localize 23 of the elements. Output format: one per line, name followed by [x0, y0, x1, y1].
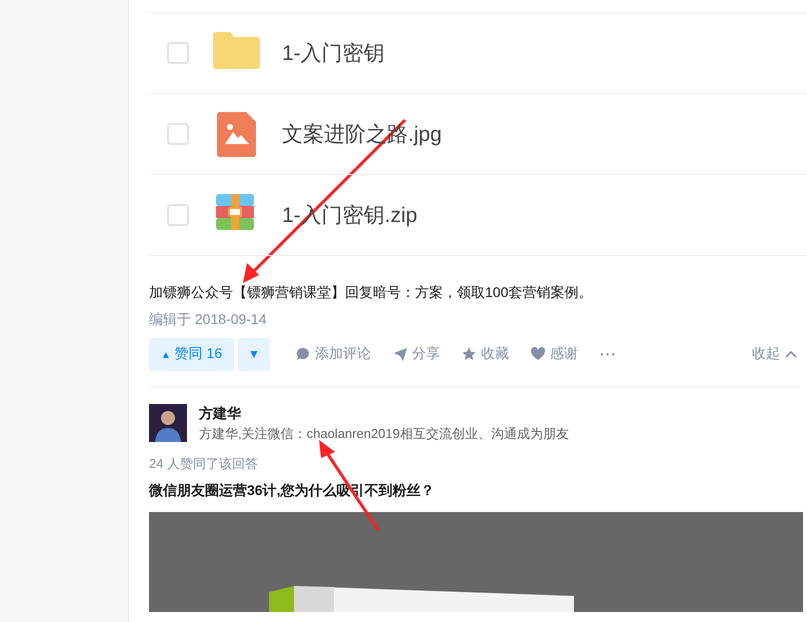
paper-plane-icon	[393, 347, 407, 361]
answer-text: 加镖狮公众号【镖狮营销课堂】回复暗号：方案，领取100套营销案例。	[149, 283, 594, 302]
checkbox[interactable]	[167, 123, 189, 145]
more-button[interactable]: ···	[596, 346, 621, 362]
author-bio: 方建华,关注微信：chaolanren2019相互交流创业、沟通成为朋友	[199, 425, 569, 443]
thanks-button[interactable]: 感谢	[527, 345, 582, 363]
checkbox[interactable]	[167, 204, 189, 226]
chevron-up-icon	[785, 350, 797, 358]
avatar	[149, 404, 187, 442]
file-name[interactable]: 1-入门密钥	[282, 39, 385, 67]
downvote-button[interactable]: ▼	[238, 338, 270, 370]
edit-date: 编辑于 2018-09-14	[149, 310, 268, 329]
speech-bubble-icon	[296, 347, 310, 361]
star-icon	[462, 347, 476, 361]
comment-button[interactable]: 添加评论	[292, 345, 375, 363]
like-count: 24 人赞同了该回答	[149, 455, 260, 473]
upvote-button[interactable]: ▲ 赞同 16	[149, 338, 234, 370]
author-name[interactable]: 方建华	[199, 404, 569, 422]
checkbox[interactable]	[167, 42, 189, 64]
share-button[interactable]: 分享	[389, 345, 444, 363]
collapse-button[interactable]: 收起	[748, 345, 801, 363]
heart-icon	[531, 347, 545, 361]
collect-button[interactable]: 收藏	[458, 345, 513, 363]
